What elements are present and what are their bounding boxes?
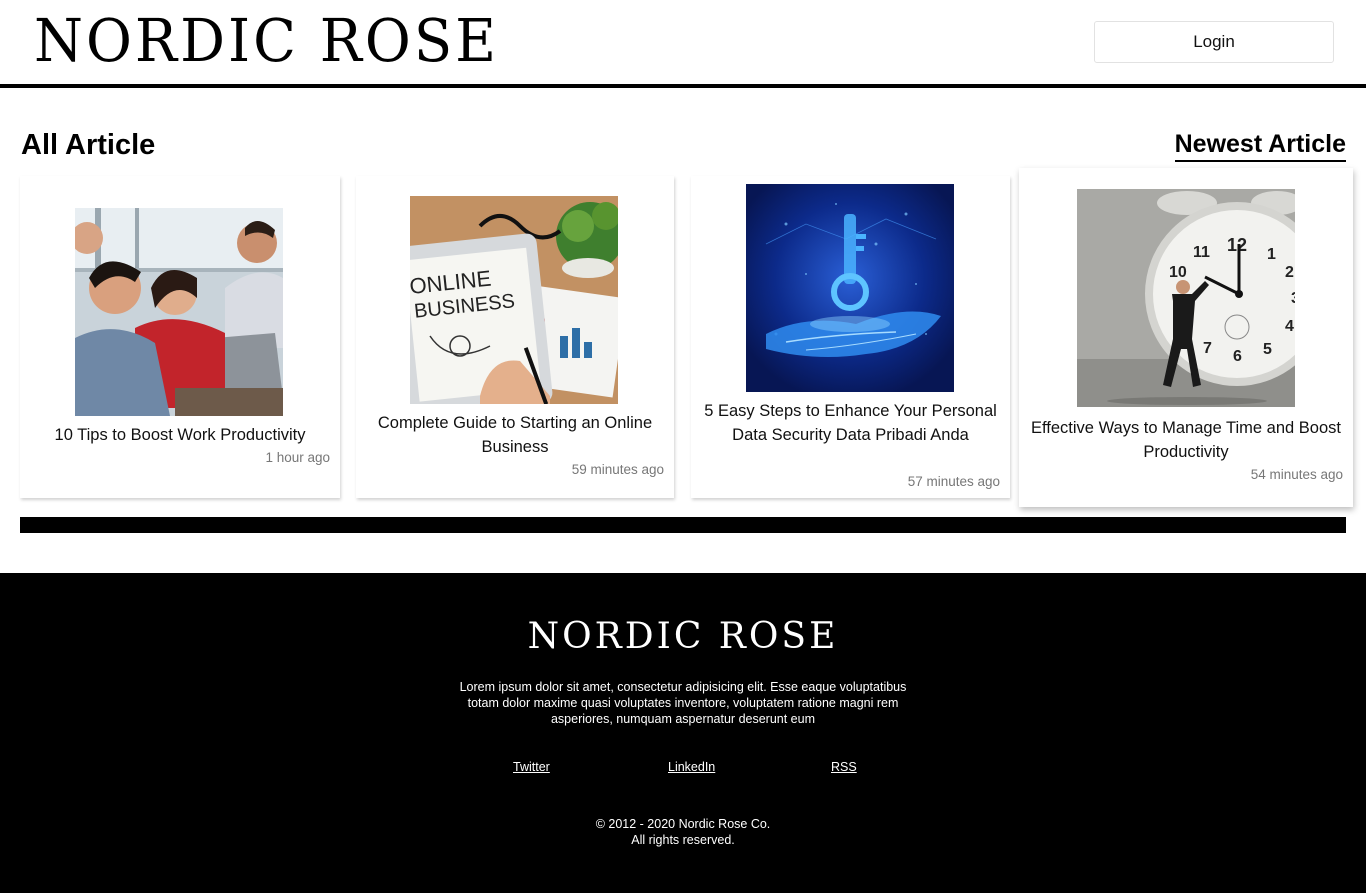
article-card[interactable]: 5 Easy Steps to Enhance Your Personal Da… bbox=[691, 176, 1010, 498]
svg-text:11: 11 bbox=[1193, 244, 1210, 261]
article-title[interactable]: 10 Tips to Boost Work Productivity bbox=[20, 423, 340, 447]
article-card[interactable]: ONLINE BUSINESS Complete Guide to Starti… bbox=[356, 176, 674, 498]
svg-text:12: 12 bbox=[1227, 235, 1247, 255]
article-time: 54 minutes ago bbox=[1250, 467, 1343, 482]
article-time: 57 minutes ago bbox=[907, 474, 1000, 489]
svg-text:10: 10 bbox=[1169, 264, 1187, 281]
footer-description: Lorem ipsum dolor sit amet, consectetur … bbox=[459, 680, 907, 726]
svg-text:3: 3 bbox=[1291, 290, 1295, 307]
svg-text:7: 7 bbox=[1203, 340, 1212, 357]
login-button[interactable]: Login bbox=[1094, 21, 1334, 63]
copyright: © 2012 - 2020 Nordic Rose Co. All rights… bbox=[0, 816, 1366, 848]
article-card[interactable]: 12 1 2 3 4 5 6 7 10 11 Effective Ways to… bbox=[1019, 168, 1353, 507]
site-footer: NORDIC ROSE Lorem ipsum dolor sit amet, … bbox=[0, 573, 1366, 893]
copyright-line-2: All rights reserved. bbox=[631, 833, 735, 847]
svg-text:5: 5 bbox=[1263, 341, 1272, 358]
article-image-time-management: 12 1 2 3 4 5 6 7 10 11 bbox=[1077, 189, 1295, 407]
rss-link[interactable]: RSS bbox=[831, 760, 857, 774]
site-logo[interactable]: NORDIC ROSE bbox=[34, 10, 499, 74]
newest-article-link[interactable]: Newest Article bbox=[1174, 128, 1346, 162]
linkedin-link[interactable]: LinkedIn bbox=[668, 760, 715, 774]
article-image-team bbox=[75, 208, 283, 416]
article-time: 1 hour ago bbox=[265, 450, 330, 465]
article-title[interactable]: Effective Ways to Manage Time and Boost … bbox=[1019, 416, 1353, 464]
copyright-line-1: © 2012 - 2020 Nordic Rose Co. bbox=[595, 817, 771, 831]
footer-logo: NORDIC ROSE bbox=[527, 616, 839, 657]
article-image-data-security bbox=[746, 184, 954, 392]
twitter-link[interactable]: Twitter bbox=[513, 760, 550, 774]
article-time: 59 minutes ago bbox=[571, 462, 664, 477]
site-header: NORDIC ROSE Login bbox=[0, 0, 1366, 88]
svg-text:2: 2 bbox=[1285, 264, 1294, 281]
article-card[interactable]: 10 Tips to Boost Work Productivity 1 hou… bbox=[20, 176, 340, 498]
svg-text:1: 1 bbox=[1267, 246, 1276, 263]
article-title[interactable]: Complete Guide to Starting an Online Bus… bbox=[356, 411, 674, 459]
section-title: All Article bbox=[21, 129, 156, 161]
section-divider bbox=[20, 517, 1346, 533]
svg-text:6: 6 bbox=[1233, 348, 1242, 365]
article-title[interactable]: 5 Easy Steps to Enhance Your Personal Da… bbox=[691, 399, 1010, 447]
article-image-online-business: ONLINE BUSINESS bbox=[410, 196, 618, 404]
svg-text:4: 4 bbox=[1285, 318, 1294, 335]
